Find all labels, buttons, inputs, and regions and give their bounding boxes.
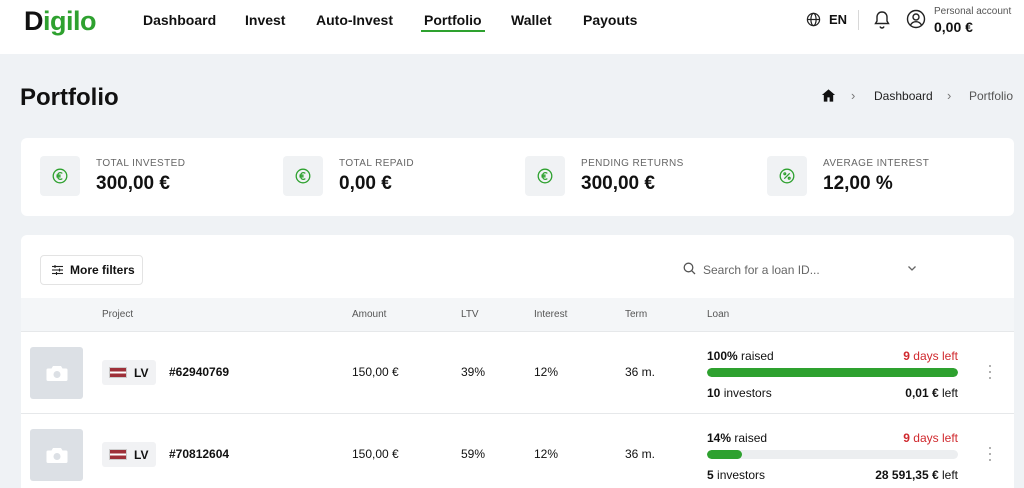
nav-invest[interactable]: Invest (245, 12, 285, 28)
row-menu-icon[interactable] (988, 447, 992, 461)
raised-text: 100% raised (707, 349, 774, 363)
latvia-flag-icon (109, 449, 127, 460)
stat-value: 300,00 € (96, 173, 170, 194)
digilo-logo[interactable]: Digilo (24, 6, 97, 37)
loan-id[interactable]: #70812604 (169, 447, 229, 461)
term-cell: 36 m. (625, 447, 656, 461)
column-header-project[interactable]: Project (102, 309, 133, 320)
amount-left: 28 591,35 € left (875, 468, 958, 482)
nav-auto-invest[interactable]: Auto-Invest (316, 12, 393, 28)
interest-cell: 12% (534, 447, 559, 461)
stat-label: PENDING RETURNS (581, 158, 684, 169)
logo-rest: igilo (43, 6, 97, 36)
ltv-cell: 39% (461, 365, 486, 379)
top-navbar: Digilo Dashboard Invest Auto-Invest Port… (0, 0, 1024, 54)
portfolio-panel: More filters Project Amount LTV Interest… (21, 235, 1014, 488)
row-menu-icon[interactable] (988, 365, 992, 379)
bell-icon[interactable] (873, 10, 891, 30)
more-filters-label: More filters (70, 263, 135, 277)
percent-icon (767, 156, 807, 196)
term-cell: 36 m. (625, 365, 656, 379)
investors-count: 5 investors (707, 468, 766, 482)
chevron-down-icon[interactable] (907, 265, 917, 272)
account-label[interactable]: Personal account (934, 6, 1011, 17)
nav-portfolio[interactable]: Portfolio (421, 12, 485, 32)
stat-value: 300,00 € (581, 173, 655, 194)
table-row[interactable]: LV #62940769 150,00 € 39% 12% 36 m. 100%… (21, 331, 1014, 413)
amount-cell: 150,00 € (352, 365, 399, 379)
more-filters-button[interactable]: More filters (40, 255, 143, 285)
raised-text: 14% raised (707, 431, 768, 445)
home-icon[interactable] (821, 88, 836, 103)
breadcrumb-separator: › (947, 88, 952, 103)
project-image-placeholder[interactable] (30, 347, 83, 399)
project-image-placeholder[interactable] (30, 429, 83, 481)
stat-value: 0,00 € (339, 173, 392, 194)
stat-label: TOTAL REPAID (339, 158, 415, 169)
breadcrumb-separator: › (851, 88, 856, 103)
language-selector[interactable]: EN (829, 12, 847, 27)
country-badge: LV (102, 442, 156, 467)
nav-dashboard[interactable]: Dashboard (143, 12, 216, 28)
amount-cell: 150,00 € (352, 447, 399, 461)
divider (858, 10, 859, 30)
globe-icon[interactable] (806, 12, 821, 27)
column-header-term[interactable]: Term (625, 309, 647, 320)
country-code: LV (134, 365, 149, 380)
nav-payouts[interactable]: Payouts (583, 12, 637, 28)
camera-icon (46, 366, 67, 381)
breadcrumb-dashboard[interactable]: Dashboard (874, 89, 933, 103)
interest-cell: 12% (534, 365, 559, 379)
country-badge: LV (102, 360, 156, 385)
page-title: Portfolio (20, 84, 119, 111)
amount-left: 0,01 € left (905, 386, 958, 400)
days-left: 9 days left (903, 431, 958, 445)
search-box (683, 259, 923, 281)
stat-value: 12,00 % (823, 173, 893, 194)
stats-card: TOTAL INVESTED 300,00 € TOTAL REPAID 0,0… (21, 138, 1014, 216)
logo-letter-d: D (24, 6, 44, 36)
search-input[interactable] (703, 259, 893, 281)
search-icon (683, 262, 696, 275)
user-icon[interactable] (906, 9, 926, 29)
account-balance[interactable]: 0,00 € (934, 19, 973, 35)
camera-icon (46, 448, 67, 463)
euro-icon (40, 156, 80, 196)
funding-progress-bar (707, 450, 958, 459)
euro-icon (283, 156, 323, 196)
loan-id[interactable]: #62940769 (169, 365, 229, 379)
funding-progress-fill (707, 450, 743, 459)
column-header-interest[interactable]: Interest (534, 309, 567, 320)
stat-label: TOTAL INVESTED (96, 158, 186, 169)
table-header: Project Amount LTV Interest Term Loan (21, 298, 1014, 331)
sliders-icon (52, 265, 63, 275)
days-left: 9 days left (903, 349, 958, 363)
stat-label: AVERAGE INTEREST (823, 158, 930, 169)
funding-progress-bar (707, 368, 958, 377)
latvia-flag-icon (109, 367, 127, 378)
nav-wallet[interactable]: Wallet (511, 12, 552, 28)
column-header-loan[interactable]: Loan (707, 309, 729, 320)
funding-progress-fill (707, 368, 958, 377)
breadcrumb-portfolio: Portfolio (969, 89, 1014, 103)
column-header-amount[interactable]: Amount (352, 309, 386, 320)
table-row[interactable]: LV #70812604 150,00 € 59% 12% 36 m. 14% … (21, 413, 1014, 488)
investors-count: 10 investors (707, 386, 772, 400)
ltv-cell: 59% (461, 447, 486, 461)
column-header-ltv[interactable]: LTV (461, 309, 479, 320)
country-code: LV (134, 447, 149, 462)
euro-icon (525, 156, 565, 196)
